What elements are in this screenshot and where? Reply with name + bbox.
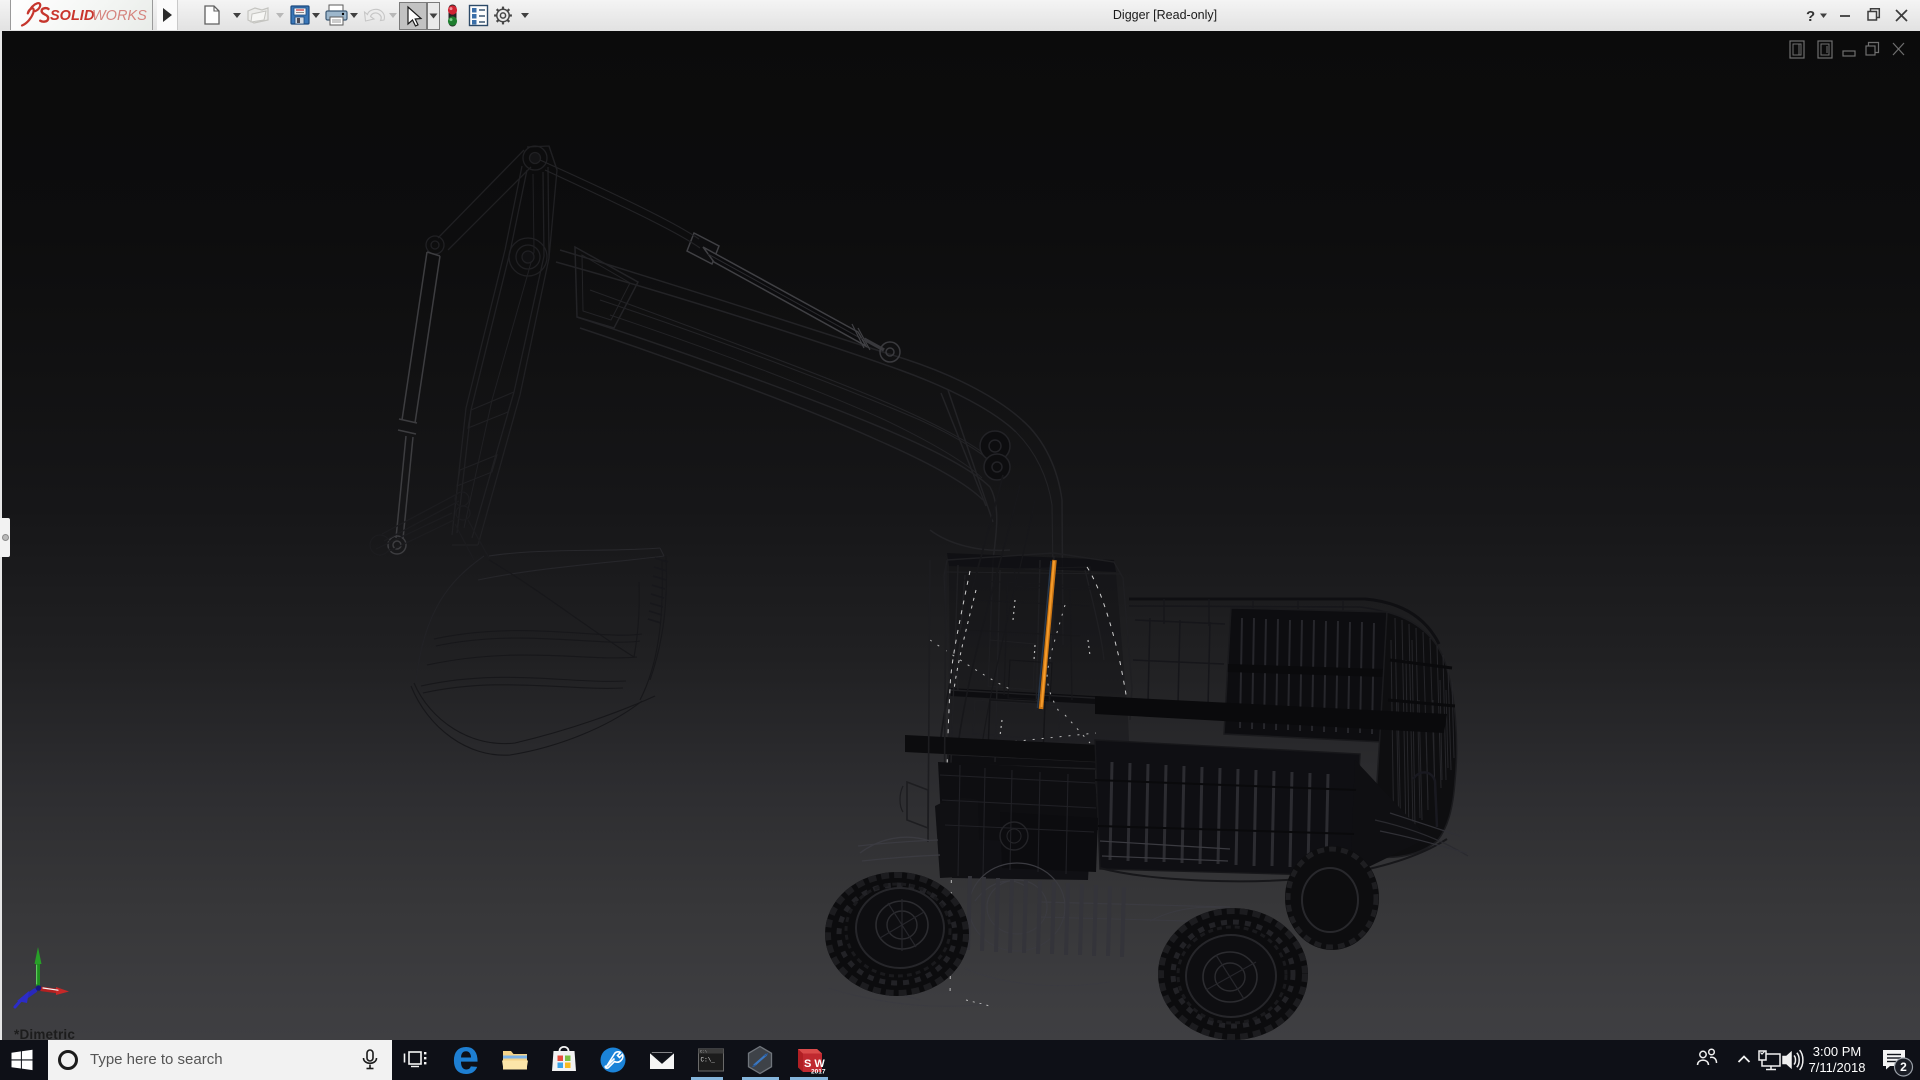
svg-text:?: ?: [1806, 8, 1815, 25]
svg-text:2017: 2017: [811, 1069, 826, 1076]
svg-text:C:\: C:\: [700, 1050, 708, 1055]
svg-text:2: 2: [1900, 1060, 1907, 1074]
svg-text:e: e: [452, 1040, 479, 1080]
svg-text:C:\_: C:\_: [701, 1057, 716, 1064]
